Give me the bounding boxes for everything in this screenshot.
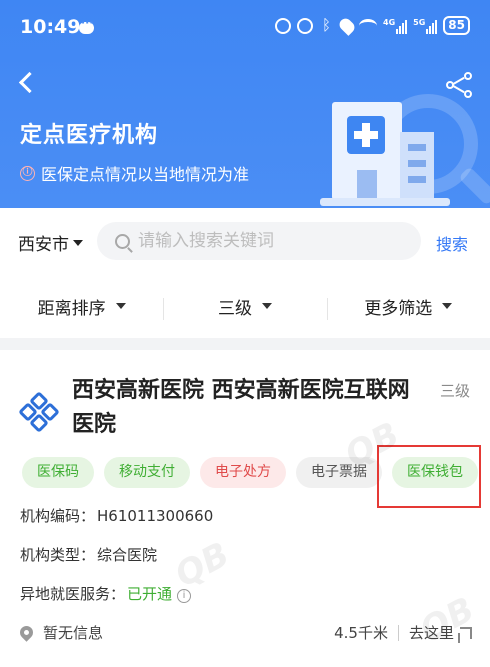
hospital-illustration — [320, 86, 490, 208]
caret-down-icon — [442, 303, 453, 309]
tag-mobile-payment: 移动支付 — [104, 457, 190, 488]
search-field[interactable] — [97, 222, 421, 260]
location-row: 暂无信息 4.5千米 去这里 — [17, 622, 472, 643]
code-label: 机构编码： — [20, 507, 96, 525]
filter-more[interactable]: 更多筛选 — [326, 294, 490, 320]
message-notification-icon — [79, 16, 94, 34]
search-button[interactable]: 搜索 — [436, 231, 468, 255]
code-value: H61011300660 — [97, 507, 214, 525]
battery-icon: 85 — [443, 16, 470, 35]
caret-down-icon — [261, 303, 272, 309]
search-icon — [115, 233, 130, 249]
filter-label: 更多筛选 — [364, 298, 433, 319]
filter-label: 三级 — [217, 298, 252, 319]
dnd-icon — [275, 17, 292, 34]
institution-type-row: 机构类型： 综合医院 — [20, 544, 157, 565]
notice-text: 医保定点情况以当地情况为准 — [41, 165, 250, 184]
signal-5g-icon: 5G — [413, 17, 438, 34]
location-icon — [337, 15, 357, 36]
status-bar: 10:49 4G 5G 85 — [0, 0, 490, 58]
caret-down-icon — [73, 239, 83, 246]
distance: 4.5千米 — [334, 624, 388, 642]
caret-down-icon — [115, 303, 126, 309]
status-icons: 4G 5G 85 — [275, 15, 470, 36]
tag-medical-insurance-code: 医保码 — [22, 457, 94, 488]
info-icon: ⓘ — [20, 165, 35, 181]
search-input[interactable] — [138, 231, 398, 251]
bluetooth-icon — [319, 16, 335, 34]
type-value: 综合医院 — [97, 546, 158, 564]
location-pin-icon — [17, 623, 36, 642]
signal-4g-icon: 4G — [383, 17, 408, 34]
filter-level[interactable]: 三级 — [163, 294, 326, 320]
address: 暂无信息 — [43, 624, 104, 642]
tag-e-prescription: 电子处方 — [200, 457, 286, 488]
city-label: 西安市 — [18, 235, 69, 255]
filter-label: 距离排序 — [37, 298, 106, 319]
alarm-icon — [297, 17, 314, 34]
filter-distance-sort[interactable]: 距离排序 — [0, 294, 163, 319]
search-bar: 西安市 搜索 — [0, 208, 490, 274]
wifi-icon — [359, 18, 378, 33]
page-header: 10:49 4G 5G 85 定点医疗机构 ⓘ 医保定点情况以当地情况为准 — [0, 0, 490, 208]
back-icon[interactable] — [14, 68, 38, 96]
remote-value: 已开通 — [127, 585, 173, 603]
hospital-card[interactable]: 西安高新医院 西安高新医院互联网医院 三级 医保码 移动支付 电子处方 电子票据… — [0, 350, 490, 667]
notice: ⓘ 医保定点情况以当地情况为准 — [20, 161, 249, 185]
institution-code-row: 机构编码： H61011300660 — [20, 505, 213, 526]
signal-4g-label: 4G — [383, 17, 396, 27]
status-time: 10:49 — [20, 16, 81, 38]
hospital-logo-icon — [18, 391, 60, 433]
type-label: 机构类型： — [20, 546, 96, 564]
signal-5g-label: 5G — [413, 17, 426, 27]
city-selector[interactable]: 西安市 — [18, 230, 83, 255]
remote-service-row: 异地就医服务： 已开通 i — [20, 583, 192, 604]
hospital-level: 三级 — [439, 382, 470, 400]
divider — [397, 624, 399, 641]
page-title: 定点医疗机构 — [20, 123, 159, 148]
filter-bar: 距离排序 三级 更多筛选 — [0, 274, 490, 338]
remote-label: 异地就医服务： — [20, 585, 126, 603]
